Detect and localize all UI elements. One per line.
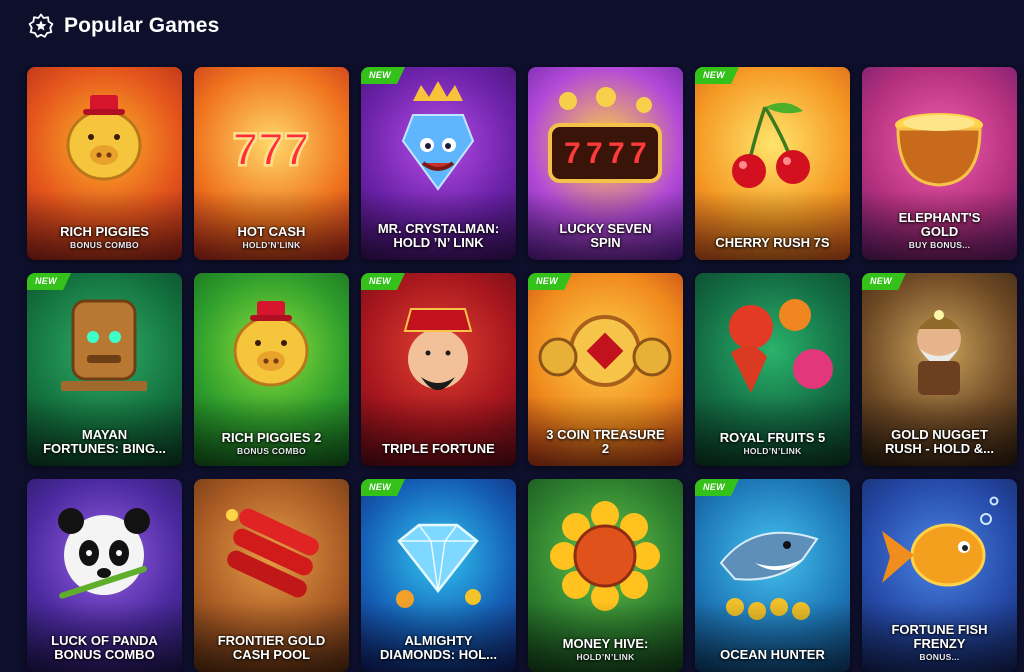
game-tile[interactable]: NEW MR. CRYSTALMAN: HOLD ’N’ LINK xyxy=(361,67,516,260)
game-subtitle: BUY BONUS... xyxy=(908,240,971,250)
game-subtitle: BONUS COMBO xyxy=(70,240,139,250)
star-badge-icon xyxy=(28,13,54,38)
game-subtitle: BONUS... xyxy=(919,652,960,662)
section-title: Popular Games xyxy=(64,14,220,37)
game-tile[interactable]: NEW CHERRY RUSH 7S xyxy=(695,67,850,260)
game-subtitle: BONUS COMBO xyxy=(237,446,306,456)
game-title: HOT CASH xyxy=(237,224,306,239)
game-title: MONEY HIVE: xyxy=(562,636,649,651)
game-tile[interactable]: FRONTIER GOLD CASH POOL xyxy=(194,479,349,672)
game-title: RICH PIGGIES 2 xyxy=(221,430,322,445)
game-title: MR. CRYSTALMAN: HOLD ’N’ LINK xyxy=(377,221,500,250)
section-header: Popular Games xyxy=(28,12,219,40)
game-title: FORTUNE FISH FRENZY xyxy=(891,622,988,651)
game-tile[interactable]: ROYAL FRUITS 5 HOLD’N’LINK xyxy=(695,273,850,466)
game-subtitle: HOLD’N’LINK xyxy=(242,240,301,250)
games-grid: RICH PIGGIES BONUS COMBO 777 HOT CASH HOLD’… xyxy=(27,67,1017,672)
game-title: RICH PIGGIES xyxy=(60,224,149,239)
svg-text:7: 7 xyxy=(564,137,581,170)
game-title: TRIPLE FORTUNE xyxy=(382,441,495,456)
game-title: LUCKY SEVEN SPIN xyxy=(559,221,652,250)
game-subtitle: HOLD’N’LINK xyxy=(743,446,802,456)
game-tile[interactable]: 7 7 7 7 LUCKY SEVEN SPIN xyxy=(528,67,683,260)
svg-text:7: 7 xyxy=(608,137,625,170)
game-title: CHERRY RUSH 7S xyxy=(715,235,830,250)
game-title: ALMIGHTY DIAMONDS: HOL... xyxy=(380,633,497,662)
game-title: MAYAN FORTUNES: BING... xyxy=(43,427,166,456)
game-tile[interactable]: 777 HOT CASH HOLD’N’LINK xyxy=(194,67,349,260)
game-tile[interactable]: RICH PIGGIES BONUS COMBO xyxy=(27,67,182,260)
game-title: LUCK OF PANDA BONUS COMBO xyxy=(51,633,158,662)
game-title: GOLD NUGGET RUSH - HOLD &... xyxy=(884,427,995,456)
svg-text:777: 777 xyxy=(233,123,310,175)
game-subtitle: HOLD’N’LINK xyxy=(576,652,635,662)
game-title: ROYAL FRUITS 5 xyxy=(719,430,826,445)
game-tile[interactable]: ELEPHANT'S GOLD BUY BONUS... xyxy=(862,67,1017,260)
game-title: ELEPHANT'S GOLD xyxy=(898,210,981,239)
game-tile[interactable]: NEW OCEAN HUNTER xyxy=(695,479,850,672)
game-tile[interactable]: NEW ALMIGHTY DIAMONDS: HOL... xyxy=(361,479,516,672)
svg-text:7: 7 xyxy=(586,137,603,170)
svg-text:7: 7 xyxy=(630,137,647,170)
game-title: OCEAN HUNTER xyxy=(720,647,825,662)
game-tile[interactable]: NEW GOLD NUGGET RUSH - HOLD &... xyxy=(862,273,1017,466)
game-tile[interactable]: NEW 3 COIN TREASURE 2 xyxy=(528,273,683,466)
game-tile[interactable]: NEW TRIPLE FORTUNE xyxy=(361,273,516,466)
game-tile[interactable]: LUCK OF PANDA BONUS COMBO xyxy=(27,479,182,672)
game-tile[interactable]: MONEY HIVE: HOLD’N’LINK xyxy=(528,479,683,672)
game-title: 3 COIN TREASURE 2 xyxy=(546,427,665,456)
game-tile[interactable]: FORTUNE FISH FRENZY BONUS... xyxy=(862,479,1017,672)
game-title: FRONTIER GOLD CASH POOL xyxy=(217,633,326,662)
game-tile[interactable]: RICH PIGGIES 2 BONUS COMBO xyxy=(194,273,349,466)
game-tile[interactable]: NEW MAYAN FORTUNES: BING... xyxy=(27,273,182,466)
